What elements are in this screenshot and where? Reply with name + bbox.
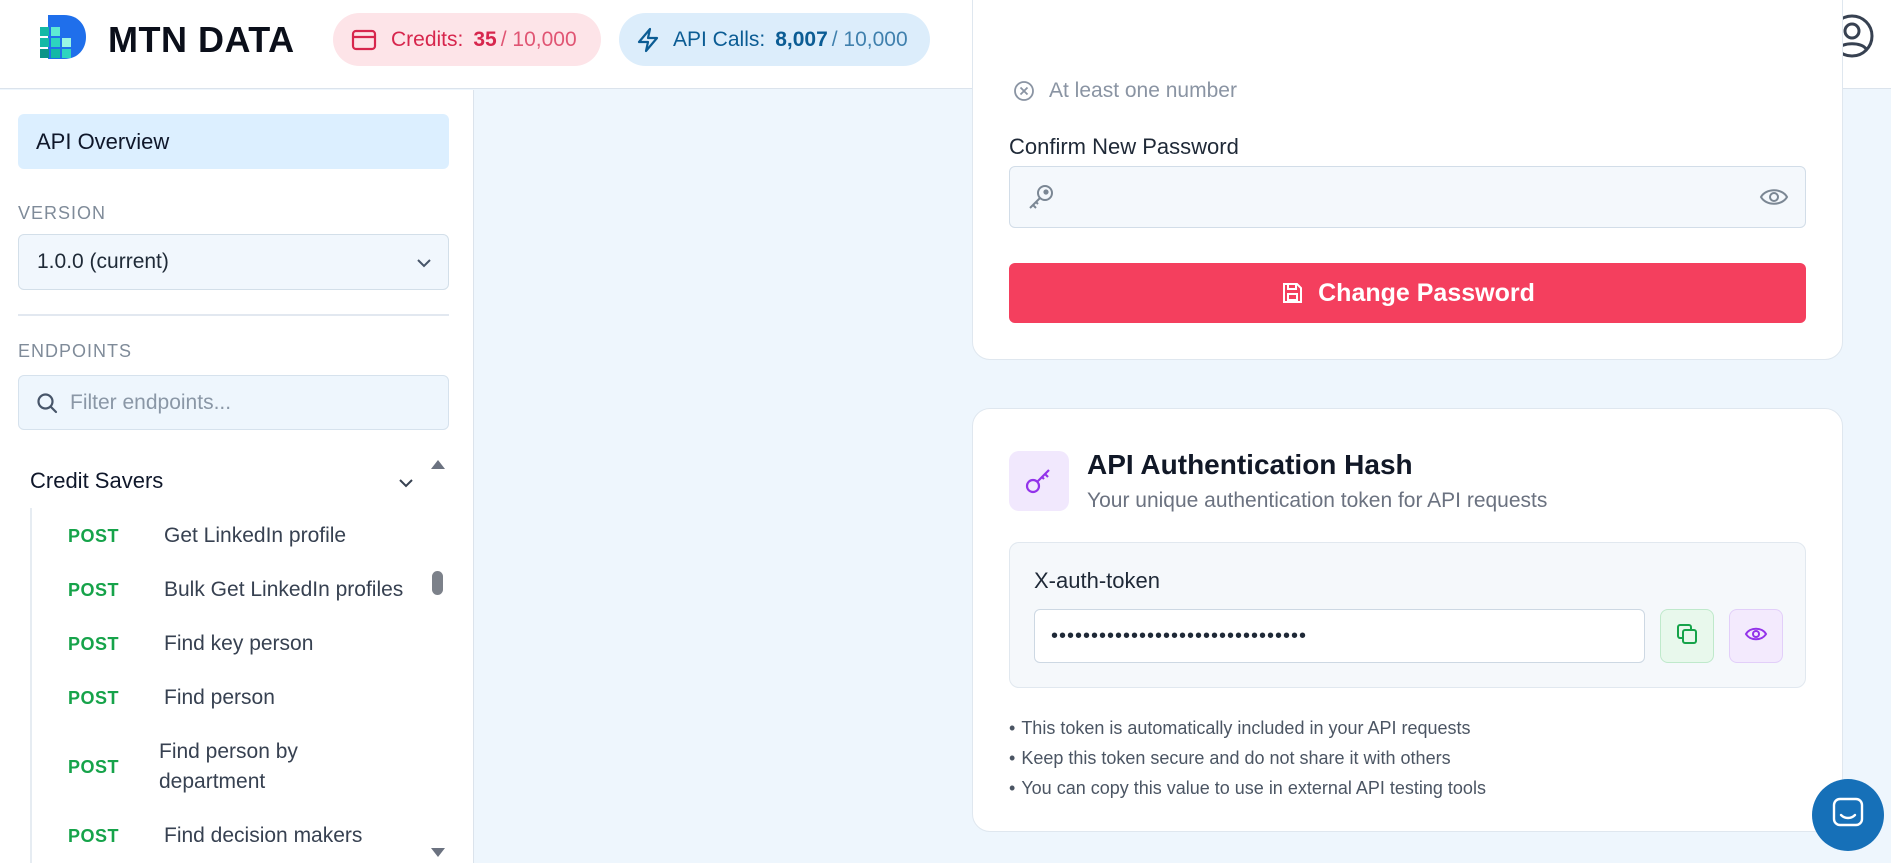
logo-icon[interactable] xyxy=(40,13,88,61)
api-calls-label: API Calls: xyxy=(673,27,766,51)
note-item: This token is automatically included in … xyxy=(1009,713,1486,743)
endpoint-name: Get LinkedIn profile xyxy=(164,524,347,547)
endpoint-method: POST xyxy=(68,688,120,708)
scroll-thumb[interactable] xyxy=(432,571,443,595)
chevron-down-icon xyxy=(398,468,414,494)
version-label: VERSION xyxy=(18,203,107,223)
chevron-down-icon xyxy=(416,250,432,274)
note-item: You can copy this value to use in extern… xyxy=(1009,773,1486,803)
token-field[interactable]: •••••••••••••••••••••••••••••••• xyxy=(1034,609,1645,663)
endpoint-name: Find person by department xyxy=(159,740,298,793)
endpoints-label: ENDPOINTS xyxy=(18,341,133,361)
chat-button[interactable] xyxy=(1812,779,1884,851)
credit-card-icon xyxy=(351,29,377,51)
api-calls-value: 8,007 xyxy=(775,27,828,51)
credits-max: / 10,000 xyxy=(500,27,577,51)
key-icon xyxy=(1009,451,1069,511)
api-hash-card: API Authentication Hash Your unique auth… xyxy=(972,408,1843,832)
endpoint-method: POST xyxy=(68,580,120,600)
sidebar-item-api-overview[interactable]: API Overview xyxy=(18,114,449,169)
version-value: 1.0.0 (current) xyxy=(37,250,169,273)
requirement-text: At least one number xyxy=(1049,79,1237,102)
endpoint-method: POST xyxy=(68,757,120,777)
filter-endpoints-box[interactable] xyxy=(18,375,449,430)
credits-label: Credits: xyxy=(391,27,464,51)
change-password-label: Change Password xyxy=(1318,278,1535,307)
sidebar-divider xyxy=(18,314,449,316)
sidebar: API Overview VERSION 1.0.0 (current) END… xyxy=(0,90,474,863)
endpoint-name: Find decision makers xyxy=(164,824,363,847)
confirm-password-label: Confirm New Password xyxy=(1009,134,1239,159)
lightning-icon xyxy=(636,27,660,53)
group-label: Credit Savers xyxy=(30,468,164,493)
chat-icon xyxy=(1830,795,1866,836)
eye-icon xyxy=(1744,624,1768,649)
sidebar-scrollbar[interactable] xyxy=(430,460,445,863)
eye-icon[interactable] xyxy=(1759,184,1789,210)
endpoint-name: Find key person xyxy=(164,632,314,655)
endpoint-method: POST xyxy=(68,526,120,546)
credits-badge[interactable]: Credits: 35 / 10,000 xyxy=(333,13,601,66)
x-circle-icon xyxy=(1013,80,1035,102)
copy-icon xyxy=(1675,622,1699,651)
token-box: X-auth-token •••••••••••••••••••••••••••… xyxy=(1009,542,1806,688)
token-label: X-auth-token xyxy=(1034,568,1160,593)
version-select[interactable]: 1.0.0 (current) xyxy=(18,234,449,290)
endpoint-method: POST xyxy=(68,634,120,654)
api-calls-max: / 10,000 xyxy=(831,27,908,51)
endpoint-list: POST Get LinkedIn profile POST Bulk Get … xyxy=(30,508,420,863)
change-password-card: At least one number Confirm New Password xyxy=(972,0,1843,360)
scroll-up-arrow[interactable] xyxy=(431,460,445,469)
endpoint-name: Bulk Get LinkedIn profiles xyxy=(164,578,404,601)
api-calls-badge[interactable]: API Calls: 8,007 / 10,000 xyxy=(619,13,930,66)
token-notes: This token is automatically included in … xyxy=(1009,713,1486,803)
hash-subtitle: Your unique authentication token for API… xyxy=(1087,489,1548,512)
endpoint-name: Find person xyxy=(164,686,275,709)
save-icon xyxy=(1280,281,1304,305)
endpoint-method: POST xyxy=(68,826,120,846)
brand-name[interactable]: MTN DATA xyxy=(108,18,295,62)
key-icon xyxy=(1026,182,1056,212)
search-icon xyxy=(36,392,58,414)
note-item: Keep this token secure and do not share … xyxy=(1009,743,1486,773)
confirm-password-field[interactable] xyxy=(1009,166,1806,228)
scroll-down-arrow[interactable] xyxy=(431,848,445,857)
change-password-button[interactable]: Change Password xyxy=(1009,263,1806,323)
group-credit-savers[interactable]: Credit Savers xyxy=(30,468,414,494)
show-token-button[interactable] xyxy=(1729,609,1783,663)
copy-token-button[interactable] xyxy=(1660,609,1714,663)
hash-title: API Authentication Hash xyxy=(1087,449,1413,480)
filter-endpoints-input[interactable] xyxy=(70,390,430,415)
password-requirement: At least one number xyxy=(1013,79,1237,103)
credits-value: 35 xyxy=(473,27,497,51)
